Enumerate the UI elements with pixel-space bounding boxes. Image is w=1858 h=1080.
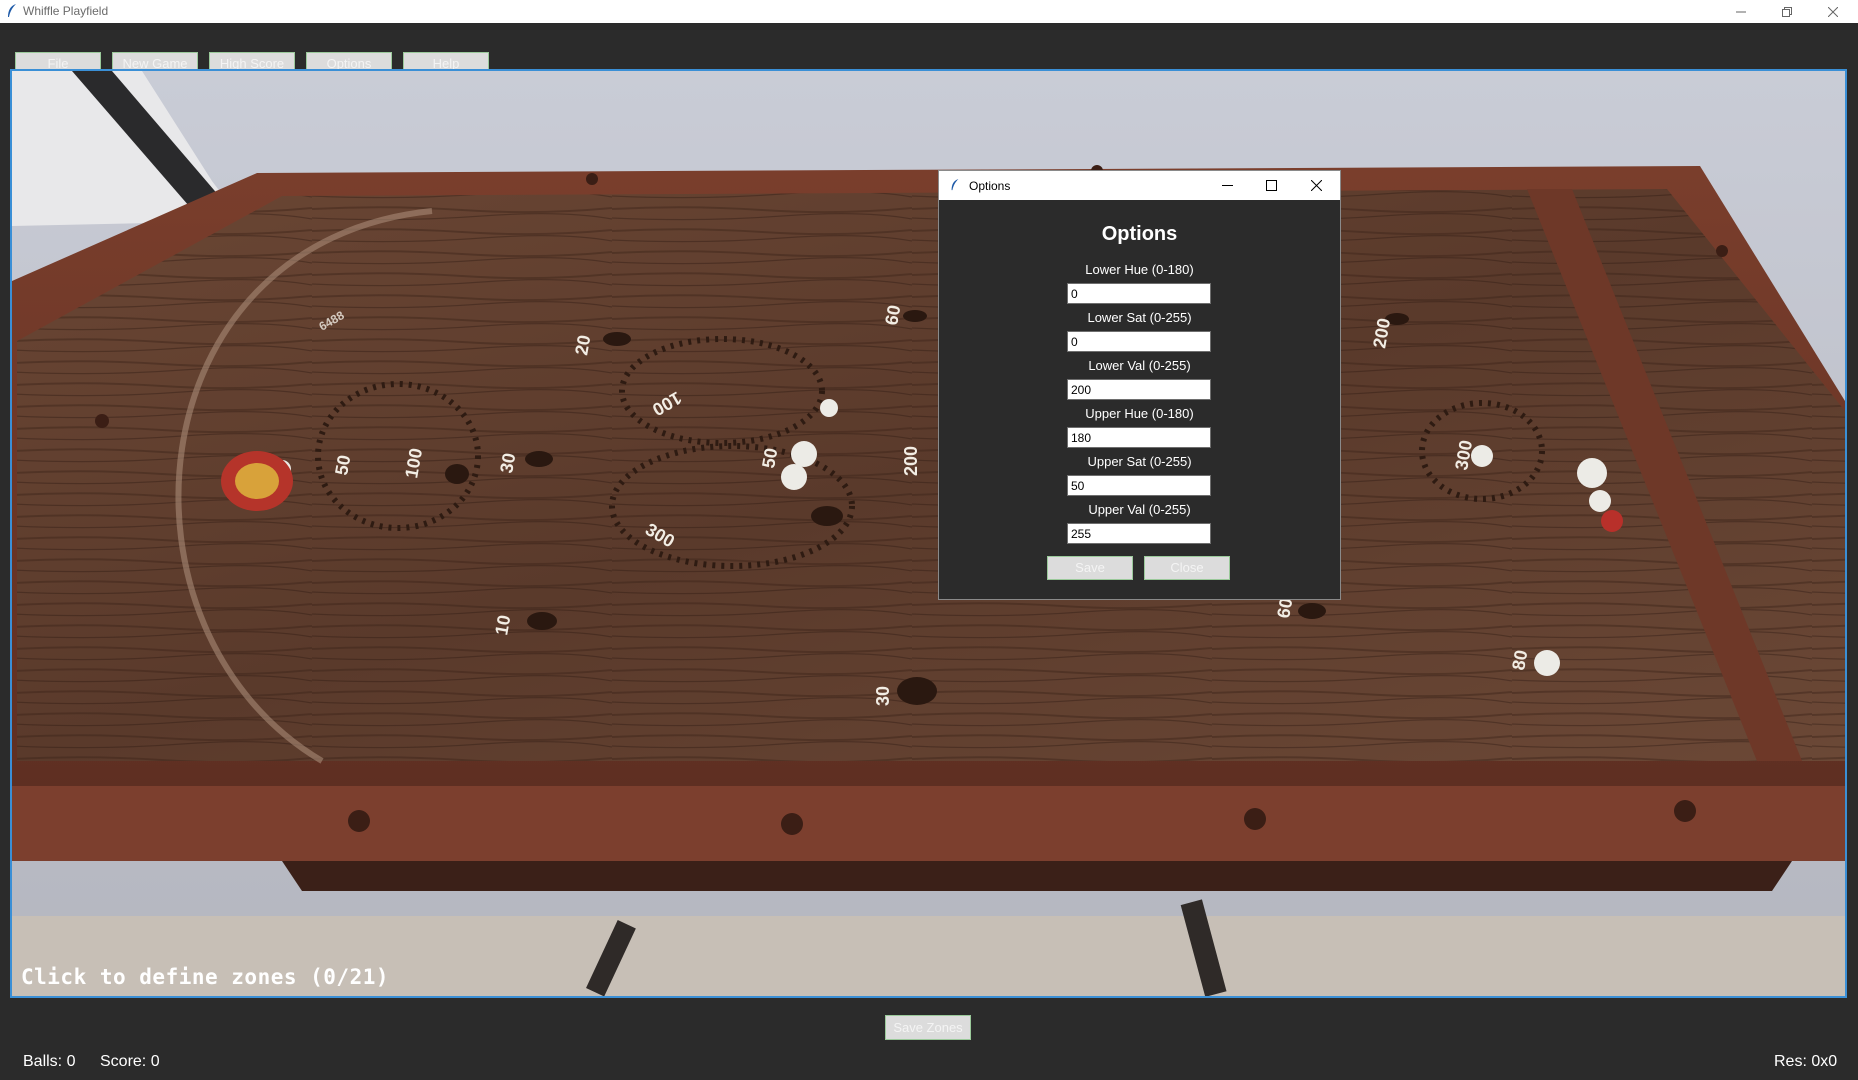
playfield-photo: 6488 20 60 100 50 100 30 200 50 200 300 … [12, 71, 1845, 996]
close-icon[interactable] [1296, 171, 1336, 200]
board-label: 20 [571, 333, 594, 356]
lower-val-label: Lower Val (0-255) [1088, 358, 1191, 373]
save-zones-button[interactable]: Save Zones [885, 1015, 971, 1040]
minimize-icon[interactable] [1718, 0, 1764, 23]
feather-icon [8, 4, 16, 17]
maximize-icon[interactable] [1251, 171, 1291, 200]
save-button[interactable]: Save [1047, 556, 1133, 580]
lower-val-input[interactable] [1067, 379, 1211, 400]
upper-val-label: Upper Val (0-255) [1088, 502, 1191, 517]
minimize-icon[interactable] [1207, 171, 1247, 200]
close-icon[interactable] [1810, 0, 1856, 23]
upper-sat-input[interactable] [1067, 475, 1211, 496]
lower-hue-label: Lower Hue (0-180) [1085, 262, 1194, 277]
playfield-canvas[interactable]: 6488 20 60 100 50 100 30 200 50 200 300 … [10, 69, 1847, 998]
dialog-titlebar: Options [939, 171, 1340, 200]
zone-hint-text: Click to define zones (0/21) [21, 965, 390, 989]
board-label: 10 [491, 613, 514, 636]
board-label: 30 [496, 451, 519, 474]
board-label: 60 [881, 303, 904, 326]
board-label: 200 [901, 446, 921, 476]
lower-sat-input[interactable] [1067, 331, 1211, 352]
menu-bar: File New Game High Score Options Help [0, 23, 1858, 76]
lower-hue-input[interactable] [1067, 283, 1211, 304]
upper-hue-label: Upper Hue (0-180) [1085, 406, 1194, 421]
window-title: Whiffle Playfield [23, 4, 109, 18]
resolution-display: Res: 0x0 [1774, 1053, 1838, 1070]
upper-val-input[interactable] [1067, 523, 1211, 544]
lower-sat-label: Lower Sat (0-255) [1087, 310, 1192, 325]
board-label: 50 [758, 446, 781, 469]
upper-hue-input[interactable] [1067, 427, 1211, 448]
board-label: 30 [873, 686, 893, 706]
score-display: Score: 0 [100, 1053, 160, 1070]
restore-icon[interactable] [1764, 0, 1810, 23]
upper-sat-label: Upper Sat (0-255) [1087, 454, 1192, 469]
dialog-heading: Options [1101, 223, 1178, 245]
board-label: 50 [331, 453, 354, 476]
options-dialog: Options Options Lower Hue (0-180) Lower … [938, 170, 1341, 600]
feather-icon [951, 179, 959, 191]
window-titlebar: Whiffle Playfield [0, 0, 1858, 23]
board-label: 80 [1508, 648, 1531, 671]
dialog-title: Options [969, 179, 1011, 193]
close-button[interactable]: Close [1144, 556, 1230, 580]
balls-count: Balls: 0 [23, 1053, 76, 1070]
